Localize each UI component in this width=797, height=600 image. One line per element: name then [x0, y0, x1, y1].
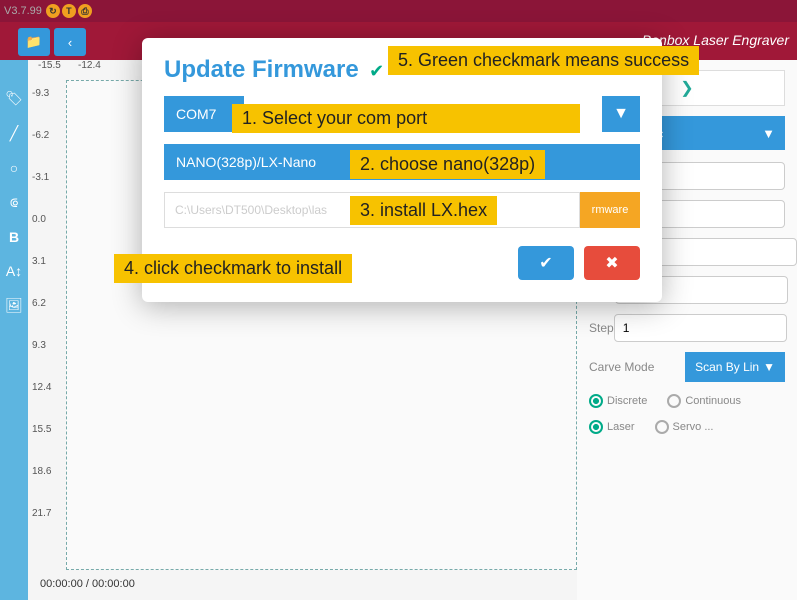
- carve-mode-label: Carve Mode: [589, 360, 659, 374]
- chevron-down-icon: ▼: [762, 126, 775, 141]
- laser-radio[interactable]: Laser: [589, 420, 635, 434]
- discrete-radio[interactable]: Discrete: [589, 394, 647, 408]
- check-icon: ✔: [539, 253, 552, 273]
- servo-radio[interactable]: Servo ...: [655, 420, 714, 434]
- modal-title: Update Firmware: [164, 56, 359, 84]
- annotation-3: 3. install LX.hex: [350, 196, 497, 225]
- radio-dot-icon: [667, 394, 681, 408]
- chevron-right-icon: ❯: [680, 78, 693, 98]
- tag-icon[interactable]: 🏷: [5, 90, 23, 107]
- checkmark-icon: ✔: [369, 61, 384, 81]
- toolbar: 📁 ‹: [18, 28, 86, 56]
- step-label: Step: [589, 321, 614, 335]
- badge-icon[interactable]: T: [62, 4, 76, 18]
- annotation-5: 5. Green checkmark means success: [388, 46, 699, 75]
- bold-icon[interactable]: B: [9, 229, 19, 245]
- cancel-button[interactable]: ✖: [584, 246, 640, 280]
- badge-icon[interactable]: ⎙: [78, 4, 92, 18]
- title-badges: ↻ T ⎙: [46, 4, 92, 18]
- confirm-button[interactable]: ✔: [518, 246, 574, 280]
- chevron-down-icon: ▼: [613, 105, 629, 123]
- tool-palette: 🏷 ╱ ○ ⟃ B A↕ 🖼: [0, 60, 28, 600]
- image-icon[interactable]: 🖼: [5, 297, 23, 314]
- close-icon: ✖: [605, 253, 618, 273]
- text-icon[interactable]: A↕: [6, 263, 22, 279]
- continuous-radio[interactable]: Continuous: [667, 394, 741, 408]
- back-button[interactable]: ‹: [54, 28, 86, 56]
- radio-dot-icon: [655, 420, 669, 434]
- firmware-browse-button[interactable]: rmware: [580, 192, 640, 228]
- badge-icon[interactable]: ↻: [46, 4, 60, 18]
- status-bar: 00:00:00 / 00:00:00: [28, 570, 577, 600]
- version-label: V3.7.99: [4, 5, 42, 17]
- title-bar: V3.7.99 ↻ T ⎙: [0, 0, 797, 22]
- radio-dot-icon: [589, 420, 603, 434]
- step-input[interactable]: [614, 314, 787, 342]
- chevron-down-icon: ▼: [763, 360, 775, 374]
- line-icon[interactable]: ╱: [10, 125, 18, 142]
- open-button[interactable]: 📁: [18, 28, 50, 56]
- radio-dot-icon: [589, 394, 603, 408]
- scan-mode-button[interactable]: Scan By Lin▼: [685, 352, 785, 382]
- annotation-2: 2. choose nano(328p): [350, 150, 545, 179]
- arc-icon[interactable]: ⟃: [10, 194, 18, 211]
- annotation-1: 1. Select your com port: [232, 104, 580, 133]
- time-status: 00:00:00 / 00:00:00: [40, 578, 135, 590]
- com-dropdown-button[interactable]: ▼: [602, 96, 640, 132]
- circle-icon[interactable]: ○: [10, 160, 18, 176]
- annotation-4: 4. click checkmark to install: [114, 254, 352, 283]
- ruler-left: -9.3 -6.2 -3.1 0.0 3.1 6.2 9.3 12.4 15.5…: [28, 80, 66, 570]
